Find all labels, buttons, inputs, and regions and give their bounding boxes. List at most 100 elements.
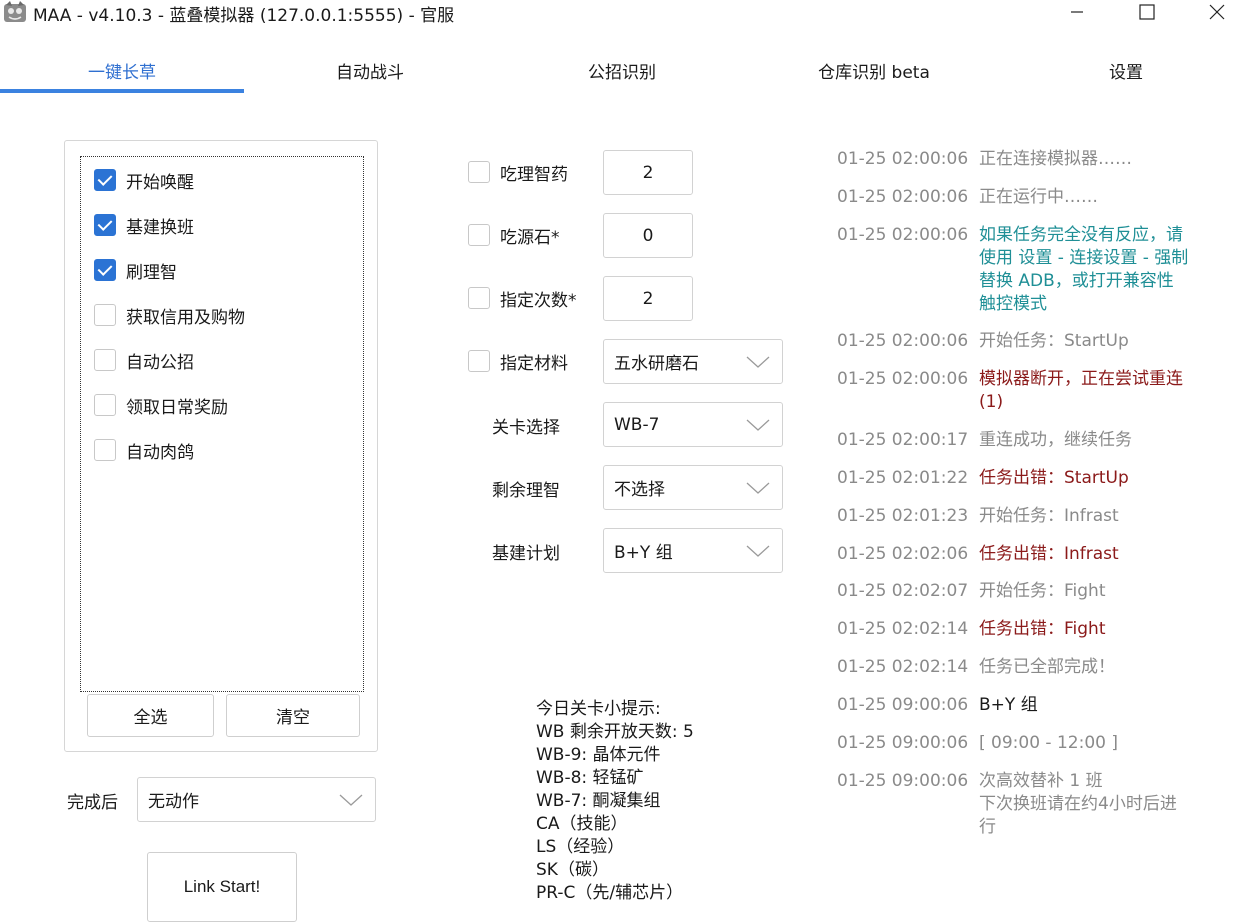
log-time: 01-25 02:02:07 <box>837 581 969 601</box>
tip-line: LS（经验） <box>536 837 625 857</box>
minimize-button[interactable] <box>1054 0 1100 24</box>
task-fight[interactable]: 刷理智 <box>94 258 177 283</box>
log-entry: 01-25 02:00:06 开始任务：StartUp <box>837 330 1189 353</box>
task-label: 刷理智 <box>126 262 177 283</box>
log-time: 01-25 09:00:06 <box>837 695 969 715</box>
tab-auto-battle[interactable]: 自动战斗 <box>244 58 496 86</box>
checkbox-icon[interactable] <box>468 350 490 372</box>
close-button[interactable] <box>1194 0 1240 24</box>
clear-button[interactable]: 清空 <box>226 694 360 737</box>
infrast-plan-value: B+Y 组 <box>614 543 673 563</box>
task-infrast-shift[interactable]: 基建换班 <box>94 213 194 238</box>
task-credit-shopping[interactable]: 获取信用及购物 <box>94 303 245 328</box>
tab-one-key[interactable]: 一键长草 <box>0 58 244 86</box>
checkbox-icon[interactable] <box>94 394 116 416</box>
log-message: 任务已全部完成！ <box>979 657 1115 677</box>
tab-recruit[interactable]: 公招识别 <box>496 58 748 86</box>
option-times[interactable]: 指定次数* <box>468 286 577 311</box>
option-medicine[interactable]: 吃理智药 <box>468 160 568 185</box>
log-entry: 01-25 02:01:22 任务出错：StartUp <box>837 467 1189 490</box>
app-logo-icon <box>4 1 26 22</box>
log-message: 开始任务：Fight <box>979 581 1106 601</box>
checkbox-checked-icon[interactable] <box>94 214 116 236</box>
select-all-button[interactable]: 全选 <box>87 694 214 737</box>
chevron-down-icon <box>746 545 770 557</box>
task-label: 领取日常奖励 <box>126 397 228 418</box>
stone-count-input[interactable]: 0 <box>603 213 693 258</box>
log-entry: 01-25 02:00:06 正在运行中…… <box>837 186 1189 209</box>
log-entry: 01-25 02:02:06 任务出错：Infrast <box>837 543 1189 566</box>
window-title: MAA - v4.10.3 - 蓝叠模拟器 (127.0.0.1:5555) -… <box>33 6 455 26</box>
remaining-sanity-value: 不选择 <box>614 480 665 500</box>
times-count-input[interactable]: 2 <box>603 276 693 321</box>
link-start-button[interactable]: Link Start! <box>147 852 297 922</box>
task-label: 开始唤醒 <box>126 172 194 193</box>
stage-select[interactable]: WB-7 <box>603 402 783 447</box>
log-message: 次高效替补 1 班 下次换班请在约4小时后进行 <box>979 771 1177 837</box>
remaining-sanity-select[interactable]: 不选择 <box>603 465 783 510</box>
log-entry: 01-25 02:02:07 开始任务：Fight <box>837 580 1189 603</box>
maximize-icon <box>1139 4 1155 20</box>
tab-settings[interactable]: 设置 <box>1000 58 1242 86</box>
close-icon <box>1209 4 1225 20</box>
log-entry: 01-25 02:01:23 开始任务：Infrast <box>837 505 1189 528</box>
log-message: 开始任务：StartUp <box>979 331 1129 351</box>
log-message: 模拟器断开，正在尝试重连(1) <box>979 369 1183 412</box>
checkbox-icon[interactable] <box>94 349 116 371</box>
tip-line: PR-C（先/辅芯片） <box>536 883 684 903</box>
after-complete-label: 完成后 <box>67 793 118 813</box>
checkbox-icon[interactable] <box>468 224 490 246</box>
tab-depot[interactable]: 仓库识别 beta <box>748 58 1000 86</box>
checkbox-icon[interactable] <box>468 287 490 309</box>
task-label: 基建换班 <box>126 217 194 238</box>
option-stone[interactable]: 吃源石* <box>468 223 560 248</box>
checkbox-icon[interactable] <box>94 439 116 461</box>
maximize-button[interactable] <box>1124 0 1170 24</box>
task-start-wakeup[interactable]: 开始唤醒 <box>94 168 194 193</box>
tip-line: WB 剩余开放天数: 5 <box>536 722 694 742</box>
checkbox-checked-icon[interactable] <box>94 169 116 191</box>
log-entry: 01-25 02:02:14 任务出错：Fight <box>837 618 1189 641</box>
log-time: 01-25 02:02:14 <box>837 619 969 639</box>
log-message: 任务出错：Infrast <box>979 544 1119 564</box>
task-label: 获取信用及购物 <box>126 307 245 328</box>
infrast-plan-select[interactable]: B+Y 组 <box>603 528 783 573</box>
after-complete-select[interactable]: 无动作 <box>137 777 376 822</box>
log-time: 01-25 02:00:06 <box>837 149 969 169</box>
log-entry: 01-25 02:02:14 任务已全部完成！ <box>837 656 1189 679</box>
task-label: 自动肉鸽 <box>126 442 194 463</box>
material-select[interactable]: 五水研磨石 <box>603 339 783 384</box>
option-stone-label: 吃源石* <box>500 227 560 248</box>
task-label: 自动公招 <box>126 352 194 373</box>
tip-line: SK（碳） <box>536 860 609 880</box>
log-message: 如果任务完全没有反应，请使用 设置 - 连接设置 - 强制替换 ADB，或打开兼… <box>979 225 1189 314</box>
checkbox-icon[interactable] <box>468 161 490 183</box>
log-message: 任务出错：Fight <box>979 619 1106 639</box>
title-bar: MAA - v4.10.3 - 蓝叠模拟器 (127.0.0.1:5555) -… <box>0 0 1242 26</box>
stage-label: 关卡选择 <box>492 418 560 438</box>
stage-value: WB-7 <box>614 414 660 435</box>
tip-line: WB-7: 酮凝集组 <box>536 791 661 811</box>
log-entry: 01-25 09:00:06 次高效替补 1 班 下次换班请在约4小时后进行 <box>837 770 1189 839</box>
log-message: 任务出错：StartUp <box>979 468 1129 488</box>
task-roguelike[interactable]: 自动肉鸽 <box>94 438 194 463</box>
tips-heading: 今日关卡小提示: <box>536 699 661 719</box>
task-daily-rewards[interactable]: 领取日常奖励 <box>94 393 228 418</box>
option-times-label: 指定次数* <box>500 290 577 311</box>
chevron-down-icon <box>746 356 770 368</box>
chevron-down-icon <box>746 482 770 494</box>
log-time: 01-25 02:02:06 <box>837 544 969 564</box>
active-tab-indicator <box>0 89 244 93</box>
log-time: 01-25 02:00:17 <box>837 430 969 450</box>
log-entry: 01-25 02:00:06 正在连接模拟器…… <box>837 148 1189 171</box>
checkbox-checked-icon[interactable] <box>94 259 116 281</box>
task-auto-recruit[interactable]: 自动公招 <box>94 348 194 373</box>
medicine-count-input[interactable]: 2 <box>603 150 693 195</box>
option-medicine-label: 吃理智药 <box>500 164 568 185</box>
log-entry: 01-25 02:00:17 重连成功，继续任务 <box>837 429 1189 452</box>
log-time: 01-25 02:01:23 <box>837 506 969 526</box>
checkbox-icon[interactable] <box>94 304 116 326</box>
log-time: 01-25 02:00:06 <box>837 369 969 389</box>
option-material[interactable]: 指定材料 <box>468 349 568 374</box>
log-time: 01-25 09:00:06 <box>837 733 969 753</box>
